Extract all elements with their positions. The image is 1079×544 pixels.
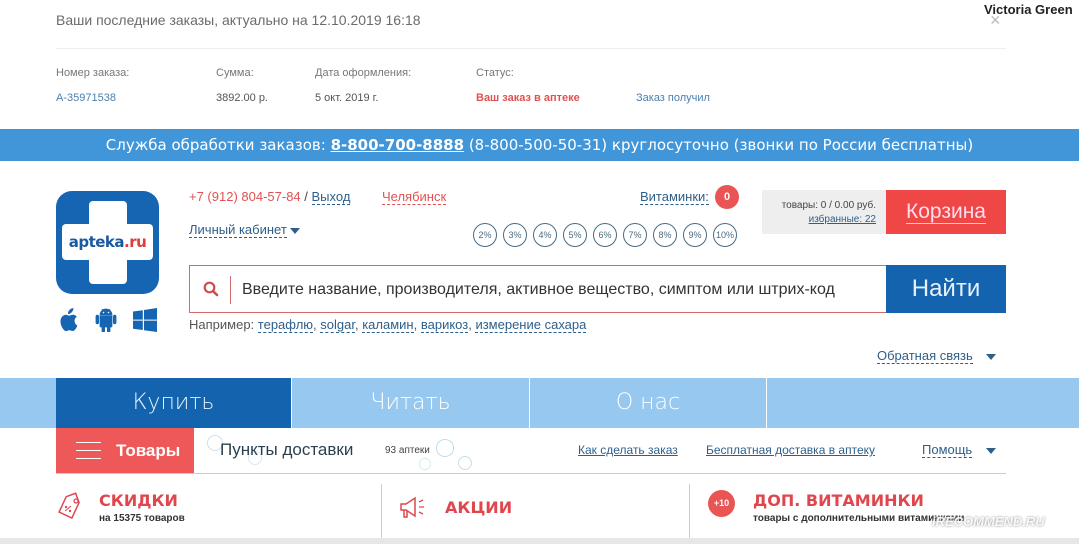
user-line: +7 (912) 804-57-84 / Выход bbox=[189, 189, 351, 205]
chevron-down-icon bbox=[986, 353, 997, 360]
orders-divider bbox=[56, 48, 1006, 49]
favorites-link[interactable]: избранные: 22 bbox=[809, 214, 876, 225]
help-menu[interactable]: Помощь bbox=[922, 442, 996, 458]
example-link[interactable]: solgar bbox=[320, 317, 355, 333]
bottom-strip bbox=[0, 538, 1079, 544]
order-number-header: Номер заказа: bbox=[56, 67, 130, 79]
example-link[interactable]: терафлю bbox=[257, 317, 314, 333]
tab-buy[interactable]: Купить bbox=[56, 378, 291, 428]
subnav-divider bbox=[56, 473, 1006, 474]
logout-link[interactable]: Выход bbox=[311, 189, 351, 205]
tab-read[interactable]: Читать bbox=[292, 378, 529, 428]
cart-button[interactable]: Корзина bbox=[886, 190, 1006, 234]
apple-icon[interactable] bbox=[58, 308, 80, 332]
windows-icon[interactable] bbox=[133, 308, 157, 332]
percent-badge[interactable]: 5% bbox=[563, 223, 587, 247]
percent-badge[interactable]: 7% bbox=[623, 223, 647, 247]
chevron-down-icon bbox=[985, 447, 996, 454]
tab-about[interactable]: О нас bbox=[530, 378, 766, 428]
search-input[interactable] bbox=[242, 274, 882, 306]
help-label: Помощь bbox=[922, 442, 973, 458]
personal-cabinet-menu[interactable]: Личный кабинет bbox=[189, 222, 301, 238]
free-delivery-link[interactable]: Бесплатная доставка в аптеку bbox=[706, 443, 875, 457]
city-selector[interactable]: Челябинск bbox=[382, 189, 447, 205]
user-phone: +7 (912) 804-57-84 bbox=[189, 189, 301, 204]
watermark: iRECOMMEND.RU bbox=[932, 514, 1045, 529]
promo-title: ДОП. ВИТАМИНКИ bbox=[753, 491, 924, 510]
example-link[interactable]: измерение сахара bbox=[475, 317, 587, 333]
feedback-menu[interactable]: Обратная связь bbox=[877, 348, 997, 364]
android-icon[interactable] bbox=[95, 308, 117, 333]
order-sum: 3892.00 р. bbox=[216, 92, 268, 104]
pharmacy-count: 93 аптеки bbox=[385, 445, 430, 456]
percent-badge[interactable]: 6% bbox=[593, 223, 617, 247]
order-received-link[interactable]: Заказ получил bbox=[636, 92, 710, 104]
example-link[interactable]: каламин bbox=[362, 317, 414, 333]
order-sum-header: Сумма: bbox=[216, 67, 254, 79]
percent-badge[interactable]: 10% bbox=[713, 223, 737, 247]
service-bar: Служба обработки заказов: 8-800-700-8888… bbox=[0, 129, 1079, 161]
order-date-header: Дата оформления: bbox=[315, 67, 412, 79]
percent-badge[interactable]: 3% bbox=[503, 223, 527, 247]
nav-separator bbox=[766, 378, 767, 428]
cart-summary: товары: 0 / 0.00 руб. избранные: 22 bbox=[762, 190, 886, 234]
cart-goods: товары: 0 / 0.00 руб. bbox=[781, 200, 876, 211]
vitaminki-link[interactable]: Витаминки: bbox=[640, 189, 709, 205]
service-phone-link[interactable]: 8-800-700-8888 bbox=[331, 136, 464, 154]
chevron-down-icon bbox=[290, 227, 301, 234]
promo-separator bbox=[689, 484, 690, 538]
price-tag-icon bbox=[58, 492, 80, 520]
personal-cabinet-label: Личный кабинет bbox=[189, 222, 287, 238]
service-bar-prefix: Служба обработки заказов: bbox=[105, 136, 331, 154]
feedback-label: Обратная связь bbox=[877, 348, 973, 364]
catalog-button[interactable]: Товары bbox=[56, 428, 194, 473]
search-examples: Например: терафлю, solgar, каламин, вари… bbox=[189, 317, 587, 333]
close-icon[interactable]: × bbox=[990, 10, 1001, 31]
search-icon bbox=[203, 281, 219, 297]
percent-badge[interactable]: 9% bbox=[683, 223, 707, 247]
apteka-logo[interactable]: apteka.ru bbox=[56, 191, 159, 294]
promo-title: СКИДКИ bbox=[99, 491, 178, 510]
search-box bbox=[189, 265, 887, 313]
service-bar-suffix: (8-800-500-50-31) круглосуточно (звонки … bbox=[464, 136, 974, 154]
example-link[interactable]: варикоз bbox=[420, 317, 469, 333]
percent-badge[interactable]: 2% bbox=[473, 223, 497, 247]
delivery-points-link[interactable]: Пункты доставки bbox=[220, 440, 353, 460]
order-status: Ваш заказ в аптеке bbox=[476, 92, 580, 104]
search-separator bbox=[230, 276, 231, 304]
search-button[interactable]: Найти bbox=[886, 265, 1006, 313]
orders-title: Ваши последние заказы, актуально на 12.1… bbox=[56, 12, 421, 28]
plus10-badge: +10 bbox=[708, 490, 735, 517]
promo-separator bbox=[381, 484, 382, 538]
percent-badge[interactable]: 4% bbox=[533, 223, 557, 247]
logo-text: apteka.ru bbox=[68, 233, 147, 251]
megaphone-icon bbox=[400, 496, 424, 518]
promo-subtitle: на 15375 товаров bbox=[99, 513, 185, 524]
vitaminki-count-badge: 0 bbox=[715, 185, 739, 209]
order-number-link[interactable]: А-35971538 bbox=[56, 92, 116, 104]
order-status-header: Статус: bbox=[476, 67, 514, 79]
percent-badge[interactable]: 8% bbox=[653, 223, 677, 247]
how-to-order-link[interactable]: Как сделать заказ bbox=[578, 443, 678, 457]
promo-title: АКЦИИ bbox=[445, 498, 513, 517]
menu-icon bbox=[76, 442, 101, 459]
order-date: 5 окт. 2019 г. bbox=[315, 92, 379, 104]
